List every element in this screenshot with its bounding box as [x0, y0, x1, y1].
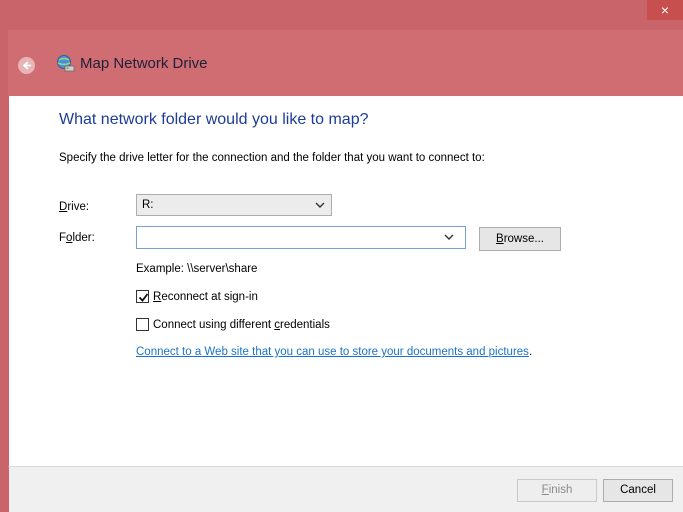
back-arrow-icon [22, 61, 31, 70]
reconnect-label: Reconnect at sign-in [153, 290, 258, 303]
chevron-down-icon [315, 202, 325, 208]
browse-button[interactable]: Browse... [479, 227, 561, 251]
web-site-link-row: Connect to a Web site that you can use t… [136, 346, 533, 358]
drive-label: Drive: [59, 201, 90, 213]
dialog-title: Map Network Drive [80, 55, 208, 72]
drive-letter-value: R: [142, 199, 154, 211]
instruction-text: Specify the drive letter for the connect… [59, 152, 485, 164]
credentials-label: Connect using different credentials [153, 318, 330, 331]
network-drive-icon [57, 55, 75, 72]
reconnect-option[interactable]: Reconnect at sign-in [136, 290, 258, 303]
folder-label: Folder: [59, 232, 95, 244]
folder-path-input[interactable] [136, 226, 466, 249]
checkmark-icon [138, 293, 149, 302]
drive-letter-dropdown[interactable]: R: [136, 194, 332, 216]
cancel-button[interactable]: Cancel [603, 479, 673, 502]
close-icon: × [660, 2, 670, 18]
finish-button[interactable]: Finish [517, 479, 597, 502]
credentials-option[interactable]: Connect using different credentials [136, 318, 330, 331]
back-button[interactable] [18, 57, 35, 74]
example-path-text: Example: \\server\share [136, 263, 258, 275]
web-site-link[interactable]: Connect to a Web site that you can use t… [136, 346, 529, 358]
folder-history-dropdown-icon[interactable] [443, 232, 455, 242]
credentials-checkbox[interactable] [136, 318, 149, 331]
page-heading: What network folder would you like to ma… [59, 111, 369, 128]
close-button[interactable]: × [647, 0, 683, 20]
reconnect-checkbox[interactable] [136, 290, 149, 303]
